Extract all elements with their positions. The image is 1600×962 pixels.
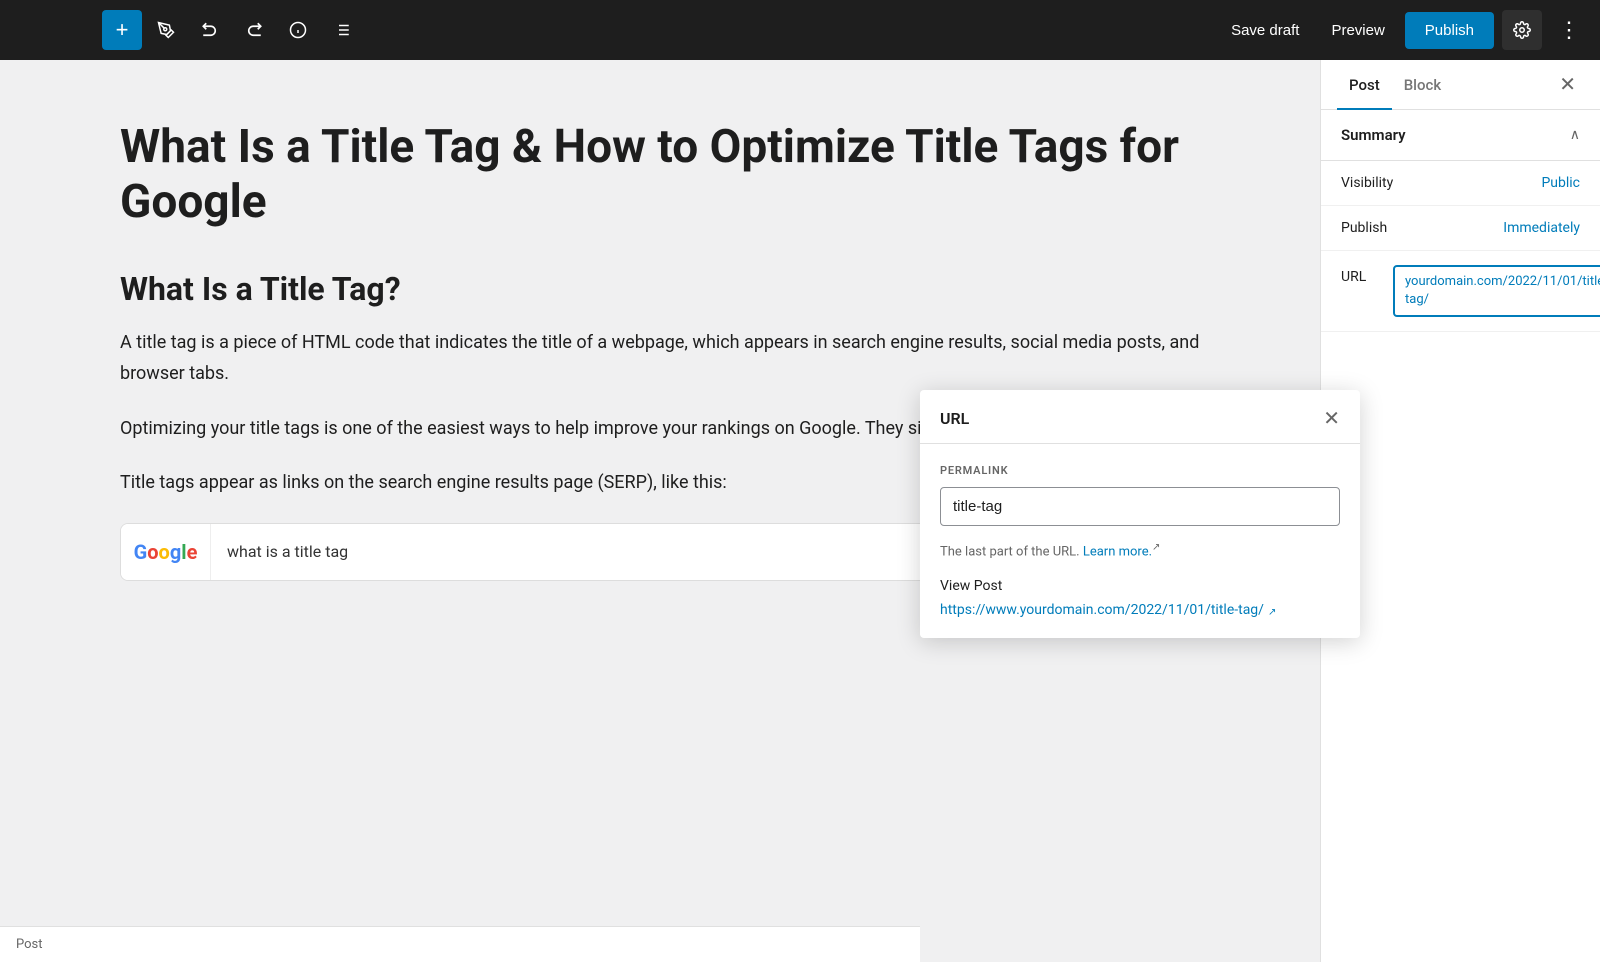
toolbar-right: Save draft Preview Publish ⋮ — [1219, 10, 1588, 50]
permalink-label: PERMALINK — [940, 464, 1340, 477]
add-block-button[interactable]: + — [102, 10, 142, 50]
undo-button[interactable] — [190, 10, 230, 50]
publish-row: Publish Immediately — [1321, 206, 1600, 251]
details-button[interactable] — [278, 10, 318, 50]
summary-title: Summary — [1341, 126, 1406, 144]
url-popup-body: PERMALINK The last part of the URL. Lear… — [920, 444, 1360, 638]
url-popup: URL ✕ PERMALINK The last part of the URL… — [920, 390, 1360, 638]
visibility-row: Visibility Public — [1321, 161, 1600, 206]
publish-value[interactable]: Immediately — [1503, 220, 1580, 236]
sidebar-tabs: Post Block ✕ — [1321, 60, 1600, 110]
url-label: URL — [1341, 269, 1381, 285]
visibility-label: Visibility — [1341, 175, 1541, 191]
url-popup-header: URL ✕ — [920, 390, 1360, 444]
learn-more-link[interactable]: Learn more. — [1083, 544, 1152, 559]
redo-button[interactable] — [234, 10, 274, 50]
view-post-label: View Post — [940, 578, 1340, 594]
google-logo: Google — [121, 523, 211, 581]
permalink-input[interactable] — [940, 487, 1340, 526]
url-value-box[interactable]: yourdomain.com/2022/11/01/title-tag/ — [1393, 265, 1600, 317]
body-para-1: A title tag is a piece of HTML code that… — [120, 328, 1240, 389]
url-row: URL yourdomain.com/2022/11/01/title-tag/ — [1321, 251, 1600, 332]
sidebar-close-button[interactable]: ✕ — [1551, 64, 1584, 105]
toolbar: + Save draft Preview — [0, 0, 1600, 60]
full-url-link[interactable]: https://www.yourdomain.com/2022/11/01/ti… — [940, 602, 1340, 618]
tab-block[interactable]: Block — [1392, 60, 1453, 110]
tab-post[interactable]: Post — [1337, 60, 1392, 110]
settings-button[interactable] — [1502, 10, 1542, 50]
wp-logo-area — [0, 0, 90, 60]
more-options-button[interactable]: ⋮ — [1550, 13, 1588, 47]
toolbar-left: + — [102, 10, 362, 50]
visibility-value[interactable]: Public — [1541, 175, 1580, 191]
url-popup-title: URL — [940, 409, 969, 428]
url-popup-close-button[interactable]: ✕ — [1323, 406, 1340, 431]
summary-header: Summary ∧ — [1321, 110, 1600, 161]
section-heading-1: What Is a Title Tag? — [120, 270, 1240, 308]
main-content: What Is a Title Tag & How to Optimize Ti… — [0, 60, 1600, 962]
tools-button[interactable] — [146, 10, 186, 50]
publish-label: Publish — [1341, 220, 1503, 236]
summary-chevron-icon[interactable]: ∧ — [1570, 127, 1580, 143]
editor-status-bar: Post — [0, 926, 920, 962]
sidebar-panel: Post Block ✕ Summary ∧ Visibility Public… — [1320, 60, 1600, 962]
list-view-button[interactable] — [322, 10, 362, 50]
save-draft-button[interactable]: Save draft — [1219, 14, 1311, 47]
publish-button[interactable]: Publish — [1405, 12, 1494, 49]
editor-post-label: Post — [16, 937, 43, 952]
external-link-icon: ↗ — [1152, 542, 1160, 553]
post-title: What Is a Title Tag & How to Optimize Ti… — [120, 120, 1240, 230]
summary-section: Summary ∧ Visibility Public Publish Imme… — [1321, 110, 1600, 332]
full-url-text: https://www.yourdomain.com/2022/11/01/ti… — [940, 602, 1264, 618]
url-hint: The last part of the URL. Learn more.↗ — [940, 540, 1340, 562]
external-link-icon-2: ↗ — [1268, 607, 1276, 618]
preview-button[interactable]: Preview — [1319, 14, 1396, 47]
